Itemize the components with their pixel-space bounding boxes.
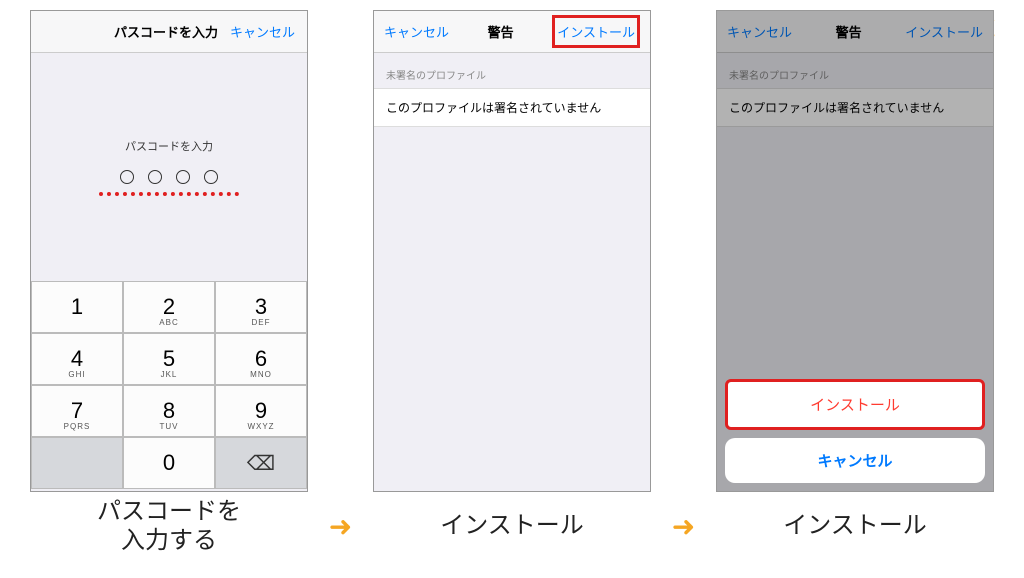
backspace-icon: ⌫	[247, 451, 275, 476]
key-8[interactable]: 8TUV	[123, 385, 215, 437]
numeric-keypad: 1 2ABC 3DEF 4GHI 5JKL 6MNO 7PQRS 8TUV 9W…	[31, 281, 307, 489]
key-backspace[interactable]: ⌫	[215, 437, 307, 489]
screen-install-sheet: キャンセル 警告 インストール 未署名のプロファイル このプロファイルは署名され…	[716, 10, 994, 492]
passcode-header: パスコードを入力 キャンセル	[31, 11, 307, 53]
key-1[interactable]: 1	[31, 281, 123, 333]
screen-warning-install: キャンセル 警告 インストール 未署名のプロファイル このプロファイルは署名され…	[373, 10, 651, 492]
passcode-dot	[120, 170, 134, 184]
install-button[interactable]: インストール	[905, 22, 983, 41]
header-title: 警告	[488, 22, 514, 41]
key-7[interactable]: 7PQRS	[31, 385, 123, 437]
passcode-body: パスコードを入力	[31, 53, 307, 281]
profile-section-label: 未署名のプロファイル	[374, 53, 650, 88]
warning-header: キャンセル 警告 インストール	[374, 11, 650, 53]
passcode-dot	[204, 170, 218, 184]
key-5[interactable]: 5JKL	[123, 333, 215, 385]
key-4[interactable]: 4GHI	[31, 333, 123, 385]
arrow-icon: ➜	[321, 510, 361, 543]
profile-unsigned-row: このプロファイルは署名されていません	[374, 88, 650, 127]
key-empty	[31, 437, 123, 489]
action-sheet: インストール キャンセル	[725, 379, 985, 483]
passcode-dot	[176, 170, 190, 184]
passcode-dots	[120, 170, 218, 184]
key-6[interactable]: 6MNO	[215, 333, 307, 385]
caption-2: インストール	[373, 512, 651, 541]
cancel-button[interactable]: キャンセル	[384, 22, 449, 41]
passcode-title: パスコードを入力	[114, 22, 218, 41]
key-2[interactable]: 2ABC	[123, 281, 215, 333]
profile-unsigned-row: このプロファイルは署名されていません	[717, 88, 993, 127]
passcode-dot	[148, 170, 162, 184]
key-0[interactable]: 0	[123, 437, 215, 489]
captions-row: パスコードを 入力する ➜ インストール ➜ インストール	[0, 492, 1024, 556]
arrow-icon: ➜	[664, 510, 704, 543]
screens-row: パスコードを入力 キャンセル パスコードを入力 1 2ABC 3DEF 4GHI…	[0, 0, 1024, 492]
key-3[interactable]: 3DEF	[215, 281, 307, 333]
profile-section-label: 未署名のプロファイル	[717, 53, 993, 88]
key-9[interactable]: 9WXYZ	[215, 385, 307, 437]
passcode-prompt: パスコードを入力	[125, 138, 213, 154]
sheet-install-button[interactable]: インストール	[725, 379, 985, 430]
header-title: 警告	[836, 22, 862, 41]
sheet-cancel-button[interactable]: キャンセル	[725, 438, 985, 483]
warning-header: キャンセル 警告 インストール	[717, 11, 993, 53]
caption-1: パスコードを 入力する	[30, 498, 308, 556]
install-button[interactable]: インストール	[552, 15, 640, 48]
cancel-button[interactable]: キャンセル	[727, 22, 792, 41]
caption-3: インストール	[716, 512, 994, 541]
screen-passcode: パスコードを入力 キャンセル パスコードを入力 1 2ABC 3DEF 4GHI…	[30, 10, 308, 492]
cancel-button[interactable]: キャンセル	[230, 22, 295, 41]
highlight-underline	[99, 192, 239, 196]
